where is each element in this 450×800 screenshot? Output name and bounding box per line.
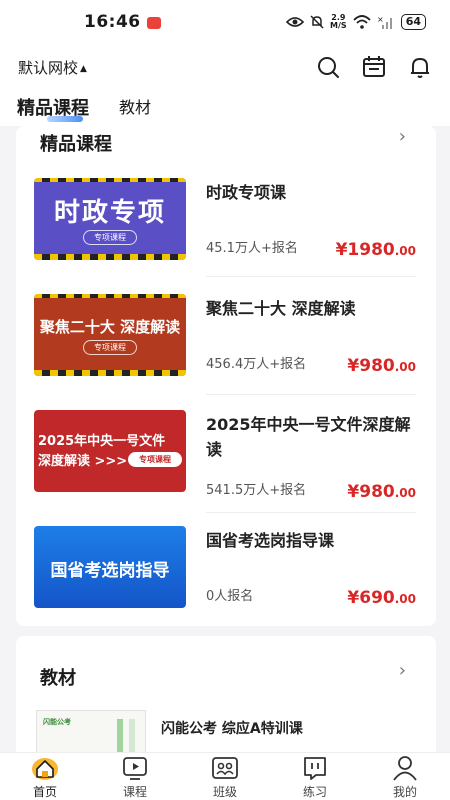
eye-icon (286, 17, 305, 27)
course-name: 聚焦二十大 深度解读 (206, 299, 356, 318)
tab-bar: 精品课程 教材 (0, 90, 450, 126)
wifi-icon (353, 15, 371, 29)
status-icons: 2.9 M/S × 64 (286, 14, 426, 30)
course-thumbnail: 国省考选岗指导 (34, 526, 186, 608)
chevron-right-icon[interactable]: › (399, 126, 406, 147)
nav-class[interactable]: 班级 (180, 753, 270, 800)
thumb-tag: 专项课程 (83, 340, 137, 355)
course-thumbnail: 聚焦二十大 深度解读 专项课程 (34, 294, 186, 376)
status-bar: 16:46 2.9 M/S × 64 (0, 0, 450, 44)
notification-badge-icon (146, 17, 161, 29)
course-thumbnail: 时政专项 专项课程 (34, 178, 186, 260)
tab-textbooks[interactable]: 教材 (119, 90, 151, 118)
caret-down-icon: ▲ (80, 63, 87, 74)
course-item[interactable]: 国省考选岗指导 国省考选岗指导课 0人报名 ¥690.00 (16, 526, 436, 626)
course-price: ¥1980.00 (336, 240, 416, 260)
divider (206, 394, 416, 395)
price-decimal: .00 (394, 592, 416, 606)
nav-label: 首页 (32, 785, 57, 799)
nav-label: 课程 (122, 785, 147, 799)
divider (206, 276, 416, 277)
tab-featured-courses[interactable]: 精品课程 (17, 90, 89, 122)
thumb-title: 时政专项 (53, 198, 166, 228)
signup-count: 45.1万人+报名 (206, 241, 298, 256)
thumb-title: 2025年中央一号文件 (38, 434, 166, 449)
thumb-title: 国省考选岗指导 (50, 561, 170, 581)
price-integer: ¥1980 (335, 240, 395, 260)
decor-bar (117, 719, 123, 752)
course-price: ¥690.00 (347, 588, 416, 608)
svg-text:×: × (377, 15, 384, 24)
nav-profile[interactable]: 我的 (360, 753, 450, 800)
course-name: 2025年中央一号文件深度解读 (206, 415, 411, 459)
top-bar: 默认网校 ▲ (0, 44, 450, 90)
speed-unit: M/S (330, 21, 347, 30)
top-actions (316, 55, 432, 79)
course-name: 国省考选岗指导课 (206, 531, 335, 550)
profile-icon (393, 756, 417, 781)
course-item[interactable]: 时政专项 专项课程 时政专项课 45.1万人+报名 ¥1980.00 (16, 178, 436, 278)
chevron-right-icon[interactable]: › (399, 660, 406, 681)
clock: 16:46 (84, 12, 141, 32)
textbook-brand: 闪能公考 (43, 718, 71, 726)
thumb-tag: 专项课程 (83, 230, 137, 245)
price-decimal: .00 (394, 360, 416, 374)
thumb-title: 聚焦二十大 深度解读 (39, 318, 181, 336)
nav-courses[interactable]: 课程 (90, 753, 180, 800)
exercise-icon (304, 757, 326, 780)
nav-home[interactable]: 首页 (0, 753, 90, 800)
divider (206, 512, 416, 513)
search-icon[interactable] (316, 55, 340, 79)
price-integer: ¥980 (347, 482, 395, 502)
home-icon (32, 758, 58, 780)
calendar-icon[interactable] (362, 55, 386, 79)
price-decimal: .00 (394, 244, 416, 258)
featured-courses-card: 精品课程 › 时政专项 专项课程 时政专项课 45.1万人+报名 ¥1980.0… (16, 126, 436, 626)
course-name: 时政专项课 (206, 183, 287, 202)
price-integer: ¥980 (347, 356, 395, 376)
decor-bar (129, 719, 135, 752)
nav-label: 练习 (302, 785, 327, 799)
nav-label: 班级 (212, 785, 237, 799)
signup-count: 0人报名 (206, 589, 254, 604)
course-price: ¥980.00 (347, 482, 416, 502)
textbook-thumbnail[interactable]: 闪能公考 (36, 710, 146, 752)
course-thumbnail: 2025年中央一号文件 深度解读 >>> 专项课程 (34, 410, 186, 492)
course-item[interactable]: 2025年中央一号文件 深度解读 >>> 专项课程 2025年中央一号文件深度解… (16, 410, 436, 514)
thumb-tag: 专项课程 (128, 452, 182, 467)
section-title: 精品课程 (40, 134, 112, 155)
play-icon (123, 757, 147, 780)
bell-icon[interactable] (408, 55, 432, 79)
school-selector[interactable]: 默认网校 ▲ (18, 57, 87, 78)
course-item[interactable]: 聚焦二十大 深度解读 专项课程 聚焦二十大 深度解读 456.4万人+报名 ¥9… (16, 294, 436, 394)
bottom-nav: 首页 课程 班级 练习 我的 (0, 752, 450, 800)
nav-exercise[interactable]: 练习 (270, 753, 360, 800)
signup-count: 541.5万人+报名 (206, 483, 307, 498)
battery-icon: 64 (400, 14, 426, 30)
signal-icon: × (377, 15, 392, 29)
class-icon (212, 757, 238, 779)
price-decimal: .00 (394, 486, 416, 500)
main-content: 精品课程 › 时政专项 专项课程 时政专项课 45.1万人+报名 ¥1980.0… (0, 126, 450, 752)
mute-icon (310, 15, 324, 29)
section-title: 教材 (40, 668, 76, 689)
textbook-name[interactable]: 闪能公考 综应A特训课 (161, 718, 303, 738)
network-speed: 2.9 M/S (330, 14, 347, 30)
textbooks-card: 教材 › 闪能公考 闪能公考 综应A特训课 (16, 636, 436, 752)
price-integer: ¥690 (347, 588, 395, 608)
signup-count: 456.4万人+报名 (206, 357, 307, 372)
course-price: ¥980.00 (347, 356, 416, 376)
school-name: 默认网校 (18, 58, 79, 77)
nav-label: 我的 (392, 785, 417, 799)
